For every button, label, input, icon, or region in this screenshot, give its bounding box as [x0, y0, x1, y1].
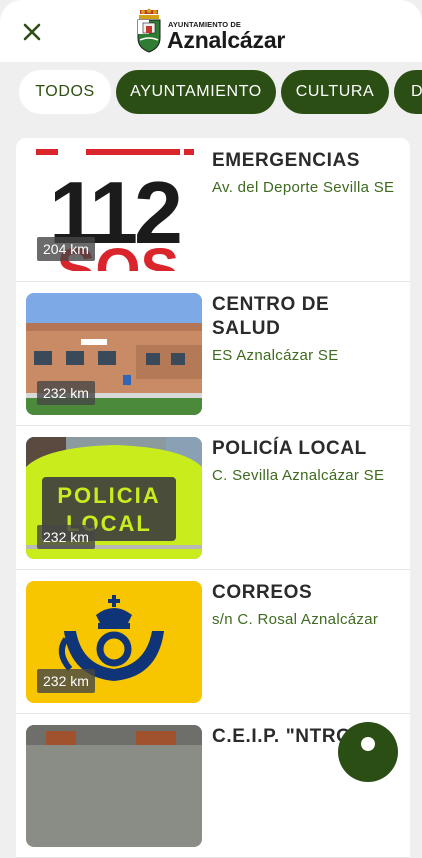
school-image — [26, 725, 202, 847]
place-title: EMERGENCIAS — [212, 150, 361, 171]
coat-of-arms-icon — [137, 8, 161, 53]
category-filter-bar: TODOS AYUNTAMIENTO CULTURA D — [0, 62, 422, 122]
filter-chip-ayuntamiento[interactable]: AYUNTAMIENTO — [116, 70, 276, 114]
distance-badge: 204 km — [37, 237, 95, 261]
close-icon — [23, 23, 41, 41]
place-card-centro-salud[interactable]: 232 km CENTRO DE SALUD ES Aznalcázar SE — [16, 282, 410, 426]
distance-badge: 232 km — [37, 669, 95, 693]
place-address: C. Sevilla Aznalcázar SE — [212, 467, 385, 484]
distance-badge: 232 km — [37, 525, 95, 549]
location-icon — [361, 737, 375, 751]
place-thumbnail: 232 km — [26, 293, 202, 415]
place-card-policia-local[interactable]: POLICIA LOCAL 232 km POLICÍA LOCAL C. Se… — [16, 426, 410, 570]
place-address: Av. del Deporte Sevilla SE — [212, 179, 395, 196]
place-thumbnail: 112 SOS 204 km — [26, 149, 202, 271]
svg-text:POLICIA: POLICIA — [57, 483, 160, 508]
place-thumbnail: 232 km — [26, 581, 202, 703]
place-title: POLICÍA LOCAL — [212, 438, 367, 459]
place-title: CORREOS — [212, 582, 313, 603]
municipality-logo: AYUNTAMIENTO DE Aznalcázar — [135, 8, 305, 54]
filter-chip-cultura[interactable]: CULTURA — [281, 70, 389, 114]
filter-chip-partial[interactable]: D — [394, 70, 422, 114]
place-title: CENTRO DE SALUD — [212, 294, 330, 339]
place-card-emergencias[interactable]: 112 SOS 204 km EMERGENCIAS Av. del Depor… — [16, 138, 410, 282]
app-header: AYUNTAMIENTO DE Aznalcázar — [0, 0, 422, 62]
place-address: ES Aznalcázar SE — [212, 347, 339, 364]
filter-chip-todos[interactable]: TODOS — [19, 70, 111, 114]
place-thumbnail: POLICIA LOCAL 232 km — [26, 437, 202, 559]
map-location-button[interactable] — [338, 722, 398, 782]
close-button[interactable] — [18, 18, 46, 46]
distance-badge: 232 km — [37, 381, 95, 405]
logo-title: Aznalcázar — [167, 27, 286, 53]
place-card-correos[interactable]: 232 km CORREOS s/n C. Rosal Aznalcázar — [16, 570, 410, 714]
place-thumbnail — [26, 725, 202, 847]
place-address: s/n C. Rosal Aznalcázar — [212, 611, 379, 628]
